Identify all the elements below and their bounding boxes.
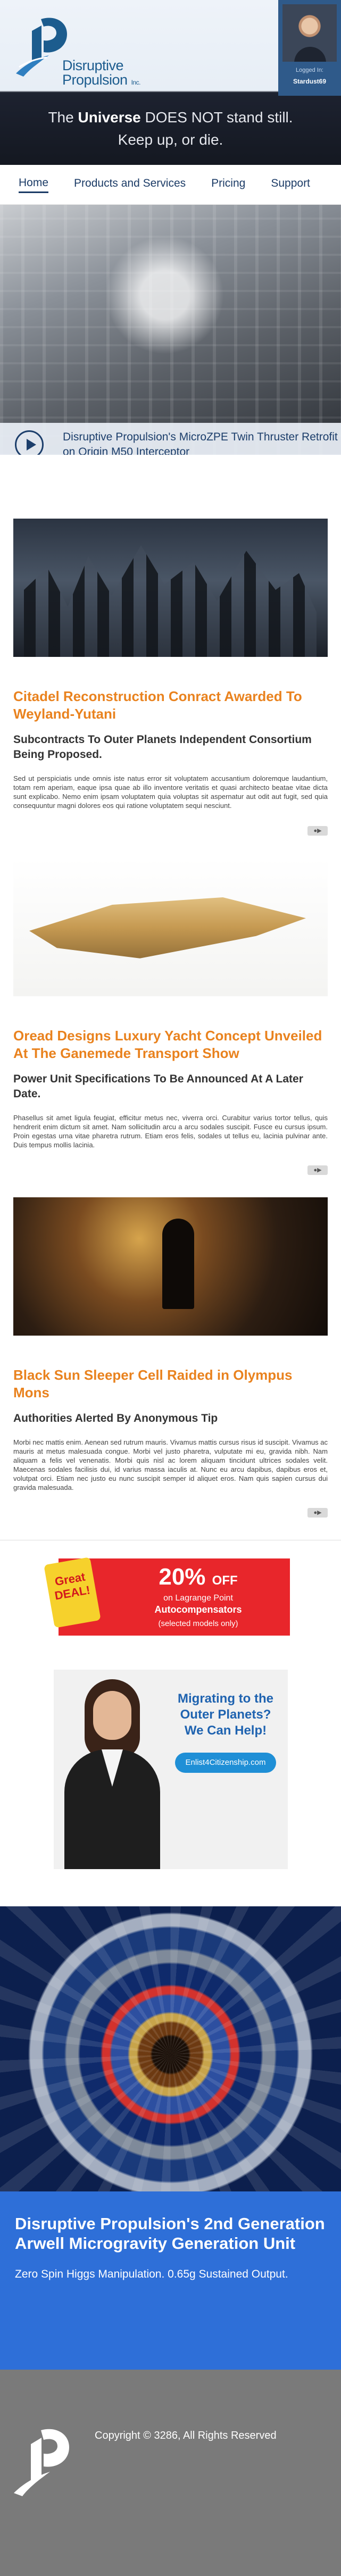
article-subtitle: Authorities Alerted By Anonymous Tip	[13, 1412, 218, 1424]
article-title[interactable]: Citadel Reconstruction Conract Awarded T…	[13, 688, 328, 723]
tagline-line2: Keep up, or die.	[118, 131, 223, 148]
article-subtitle: Power Unit Specifications To Be Announce…	[13, 1073, 303, 1100]
user-panel[interactable]: Logged In: Stardust69	[278, 0, 341, 96]
news-list: Citadel Reconstruction Conract Awarded T…	[0, 455, 341, 1520]
article-body: Sed ut perspiciatis unde omnis iste natu…	[13, 774, 328, 810]
username[interactable]: Stardust69	[278, 78, 341, 85]
article-more-row: ●▶	[13, 826, 328, 838]
ad-person-image	[54, 1670, 165, 1869]
site-footer: Copyright © 3286, All Rights Reserved	[0, 2370, 341, 2576]
logo-text: Disruptive Propulsion Inc.	[62, 59, 140, 90]
ad-headline: Migrating to the Outer Planets? We Can H…	[178, 1691, 273, 1738]
great-deal-badge: Great DEAL!	[44, 1557, 101, 1628]
news-article: Oread Designs Luxury Yacht Concept Unvei…	[13, 858, 328, 1177]
article-image[interactable]	[13, 1197, 328, 1336]
nav-item-home[interactable]: Home	[19, 177, 49, 193]
ad-line-1: on Lagrange Point	[163, 1594, 233, 1603]
hero-caption-bar[interactable]: Disruptive Propulsion's MicroZPE Twin Th…	[0, 423, 341, 455]
discount-off-label: OFF	[212, 1573, 238, 1588]
more-arrow-icon[interactable]: ●▶	[307, 1508, 328, 1518]
ad-line-3: (selected models only)	[158, 1619, 238, 1628]
page: Disruptive Propulsion Inc. Logged In: St…	[0, 0, 341, 2576]
ad-line-2: Autocompensators	[154, 1604, 242, 1615]
tagline-rest: DOES NOT stand still.	[145, 109, 293, 126]
logo-name-line2: Propulsion	[62, 72, 128, 88]
article-image[interactable]	[13, 519, 328, 657]
article-title[interactable]: Oread Designs Luxury Yacht Concept Unvei…	[13, 1027, 328, 1062]
tagline: The Universe DOES NOT stand still. Keep …	[0, 106, 341, 151]
news-article: Citadel Reconstruction Conract Awarded T…	[13, 519, 328, 838]
product-description: Zero Spin Higgs Manipulation. 0.65g Sust…	[15, 2268, 288, 2280]
article-more-row: ●▶	[13, 1508, 328, 1520]
login-status-label: Logged In:	[296, 67, 323, 73]
article-more-row: ●▶	[13, 1165, 328, 1177]
product-info-box: Disruptive Propulsion's 2nd Generation A…	[0, 2191, 341, 2370]
tagline-prefix: The	[48, 109, 74, 126]
discount-value: 20%	[159, 1564, 206, 1590]
ad-link-button[interactable]: Enlist4Citizenship.com	[175, 1753, 276, 1773]
product-title[interactable]: Disruptive Propulsion's 2nd Generation A…	[15, 2214, 326, 2253]
product-feature: Disruptive Propulsion's 2nd Generation A…	[0, 1906, 341, 2370]
more-arrow-icon[interactable]: ●▶	[307, 1165, 328, 1175]
article-body: Morbi nec mattis enim. Aenean sed rutrum…	[13, 1438, 328, 1491]
article-image[interactable]	[13, 858, 328, 996]
site-header: Disruptive Propulsion Inc. Logged In: St…	[0, 0, 341, 165]
nav-item-products[interactable]: Products and Services	[74, 177, 186, 192]
user-avatar[interactable]	[282, 4, 337, 62]
logo-name-line1: Disruptive	[62, 57, 124, 73]
nav-item-pricing[interactable]: Pricing	[211, 177, 245, 192]
deal-ad-banner[interactable]: Great DEAL! 20% OFF on Lagrange Point Au…	[44, 1557, 290, 1636]
hero-banner[interactable]: Disruptive Propulsion's MicroZPE Twin Th…	[0, 205, 341, 455]
more-arrow-icon[interactable]: ●▶	[307, 826, 328, 836]
company-logo[interactable]: Disruptive Propulsion Inc.	[12, 10, 145, 87]
hero-caption[interactable]: Disruptive Propulsion's MicroZPE Twin Th…	[63, 430, 341, 455]
article-title[interactable]: Black Sun Sleeper Cell Raided in Olympus…	[13, 1366, 328, 1402]
citizenship-ad-banner[interactable]: Migrating to the Outer Planets? We Can H…	[54, 1670, 288, 1869]
nav-item-support[interactable]: Support	[271, 177, 310, 192]
logo-suffix: Inc.	[131, 79, 141, 86]
article-body: Phasellus sit amet ligula feugiat, effic…	[13, 1114, 328, 1149]
copyright-text: Copyright © 3286, All Rights Reserved	[95, 2430, 277, 2441]
play-circle-icon[interactable]	[15, 430, 44, 455]
product-image[interactable]	[0, 1906, 341, 2191]
article-subtitle: Subcontracts To Outer Planets Independen…	[13, 733, 312, 761]
discount-percent: 20% OFF	[106, 1564, 290, 1590]
footer-logo-icon[interactable]	[12, 2419, 76, 2498]
news-article: Black Sun Sleeper Cell Raided in Olympus…	[13, 1197, 328, 1520]
main-nav: Home Products and Services Pricing Suppo…	[0, 165, 341, 205]
tagline-emphasis: Universe	[78, 109, 141, 126]
